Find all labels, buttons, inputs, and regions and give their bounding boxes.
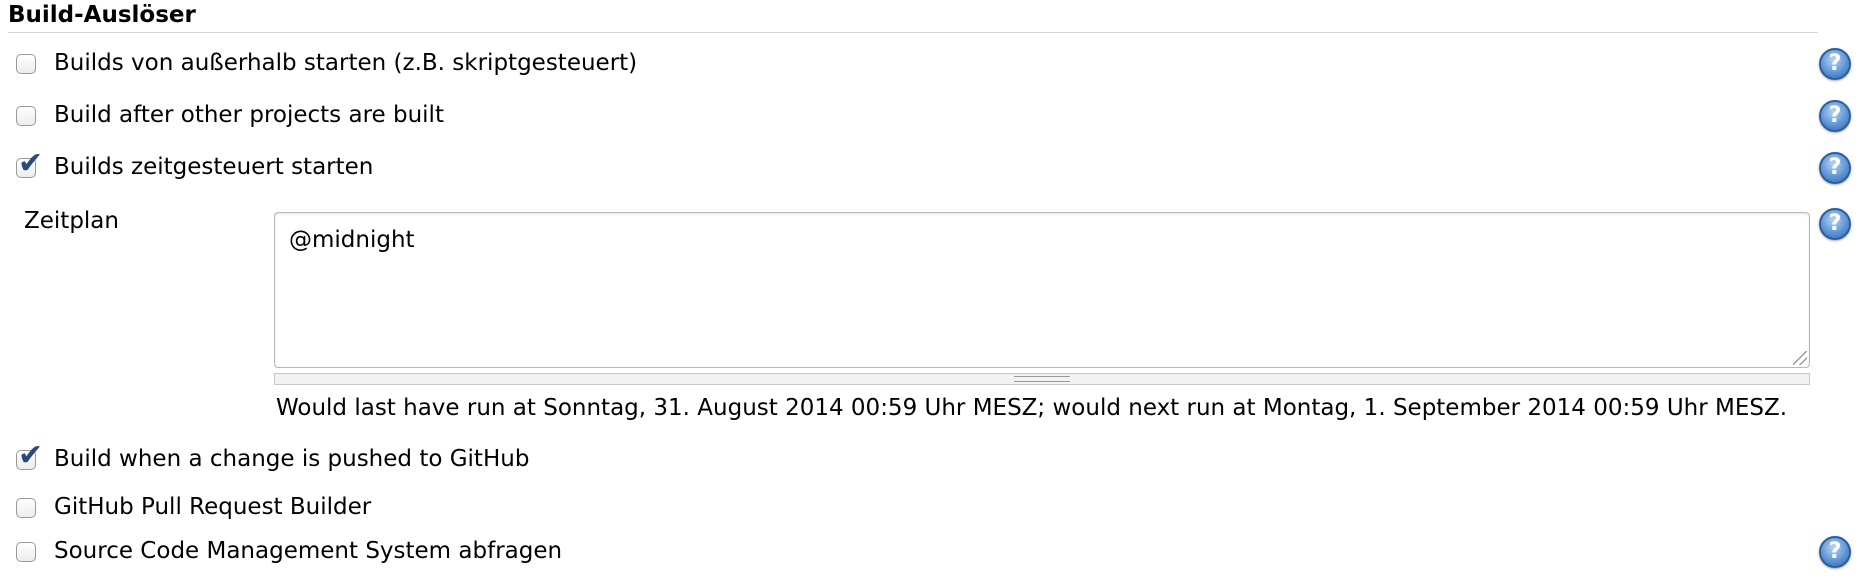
trigger-after-other-projects-label[interactable]: Build after other projects are built bbox=[54, 100, 444, 130]
trigger-scm-poll-label[interactable]: Source Code Management System abfragen bbox=[54, 536, 562, 566]
trigger-remote-label[interactable]: Builds von außerhalb starten (z.B. skrip… bbox=[54, 48, 637, 78]
resize-handle-icon[interactable] bbox=[1014, 376, 1070, 382]
help-icon[interactable]: ? bbox=[1819, 100, 1851, 132]
resize-grip-icon[interactable] bbox=[1793, 351, 1807, 365]
section-divider bbox=[8, 32, 1818, 33]
checkmark-icon: ✔ bbox=[18, 438, 44, 473]
schedule-value: @midnight bbox=[289, 227, 415, 253]
schedule-info-text: Would last have run at Sonntag, 31. Augu… bbox=[276, 395, 1788, 421]
section-title: Build-Auslöser bbox=[8, 2, 196, 28]
help-icon[interactable]: ? bbox=[1819, 208, 1851, 240]
trigger-github-push-checkbox[interactable]: ✔ bbox=[16, 441, 43, 471]
trigger-after-other-projects-checkbox[interactable] bbox=[16, 106, 36, 126]
trigger-github-pr-label[interactable]: GitHub Pull Request Builder bbox=[54, 492, 371, 522]
help-icon[interactable]: ? bbox=[1819, 536, 1851, 568]
trigger-github-pr: GitHub Pull Request Builder bbox=[0, 492, 1863, 526]
trigger-timed-label[interactable]: Builds zeitgesteuert starten bbox=[54, 152, 373, 182]
help-icon[interactable]: ? bbox=[1819, 152, 1851, 184]
trigger-timed: ✔ Builds zeitgesteuert starten ? bbox=[0, 149, 1863, 186]
trigger-github-push-label[interactable]: Build when a change is pushed to GitHub bbox=[54, 444, 529, 474]
checkmark-icon: ✔ bbox=[18, 146, 44, 181]
trigger-after-other-projects: Build after other projects are built ? bbox=[0, 100, 1863, 134]
textarea-resize-bar[interactable] bbox=[274, 373, 1810, 385]
trigger-remote: Builds von außerhalb starten (z.B. skrip… bbox=[0, 48, 1863, 82]
help-icon[interactable]: ? bbox=[1819, 48, 1851, 80]
trigger-scm-poll-checkbox[interactable] bbox=[16, 542, 36, 562]
trigger-remote-checkbox[interactable] bbox=[16, 54, 36, 74]
trigger-github-pr-checkbox[interactable] bbox=[16, 498, 36, 518]
trigger-timed-checkbox[interactable]: ✔ bbox=[16, 149, 43, 179]
schedule-label: Zeitplan bbox=[24, 208, 119, 234]
schedule-textarea[interactable]: @midnight bbox=[274, 212, 1810, 368]
trigger-scm-poll: Source Code Management System abfragen ? bbox=[0, 536, 1863, 570]
trigger-github-push: ✔ Build when a change is pushed to GitHu… bbox=[0, 441, 1863, 478]
